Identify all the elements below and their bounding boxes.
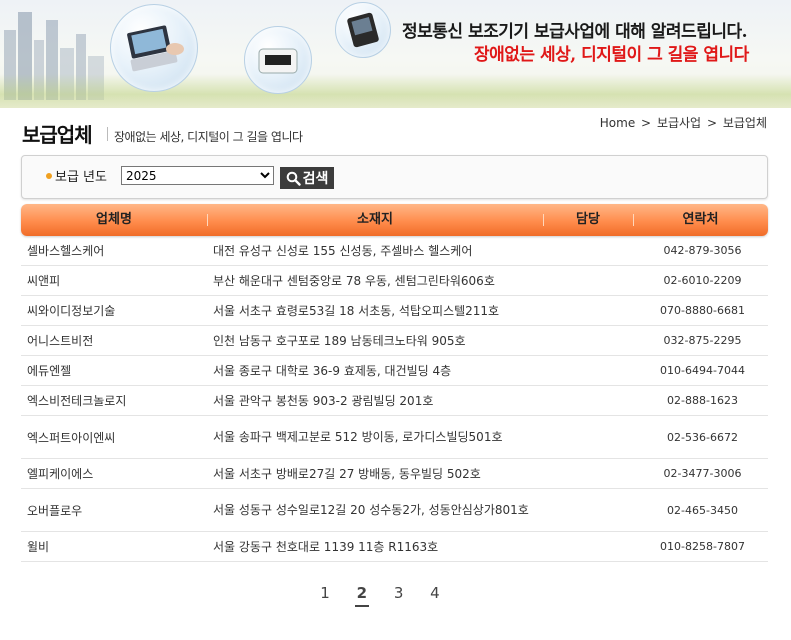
vendor-address: 서울 관악구 봉천동 903-2 광림빌딩 201호 xyxy=(213,393,434,408)
column-header-address: 소재지 xyxy=(357,212,393,227)
vendor-address: 서울 서초구 방배로27길 27 방배동, 동우빌딩 502호 xyxy=(213,466,481,481)
vendor-address: 부산 해운대구 센텀중앙로 78 우동, 센텀그린타워606호 xyxy=(213,273,495,288)
page-link-current[interactable]: 2 xyxy=(354,584,370,607)
search-button[interactable]: 검색 xyxy=(280,167,334,189)
breadcrumb-project-link[interactable]: 보급사업 xyxy=(657,116,701,130)
vendor-phone: 032-875-2295 xyxy=(663,334,742,347)
table-row: 엑스비전테크놀로지 서울 관악구 봉천동 903-2 광림빌딩 201호 02-… xyxy=(21,386,768,416)
banner-slogan: 장애없는 세상, 디지털이 그 길을 엽니다 xyxy=(474,45,749,65)
vendor-name: 오버플로우 xyxy=(27,503,83,518)
vendor-name: 엑스비전테크놀로지 xyxy=(27,394,127,408)
vendor-address: 서울 종로구 대학로 36-9 효제동, 대건빌딩 4층 xyxy=(213,363,452,378)
search-panel: 보급 년도 2025 검색 xyxy=(21,155,768,199)
year-select[interactable]: 2025 xyxy=(121,166,274,185)
table-row: 씨앤피 부산 해운대구 센텀중앙로 78 우동, 센텀그린타워606호 02-6… xyxy=(21,266,768,296)
table-row: 에듀엔젤 서울 종로구 대학로 36-9 효제동, 대건빌딩 4층 010-64… xyxy=(21,356,768,386)
column-header-name: 업체명 xyxy=(96,212,132,227)
vendor-name: 셀바스헬스케어 xyxy=(27,244,105,258)
vendor-name: 어니스트비전 xyxy=(27,334,94,348)
breadcrumb-arrow-icon: > xyxy=(706,116,717,130)
table-row: 씨와이디정보기술 서울 서초구 효령로53길 18 서초동, 석탑오피스텔211… xyxy=(21,296,768,326)
vendor-table-body: 셀바스헬스케어 대전 유성구 신성로 155 신성동, 주셀바스 헬스케어 04… xyxy=(21,236,768,562)
vendor-name: 윌비 xyxy=(27,540,50,554)
vendor-address: 인천 남동구 호구포로 189 남동테크노타워 905호 xyxy=(213,333,466,348)
vendor-name: 엑스퍼트아이엔씨 xyxy=(27,430,116,445)
vendor-phone: 010-8258-7807 xyxy=(660,540,745,553)
magnifier-icon xyxy=(286,171,301,186)
page-subtitle: 장애없는 세상, 디지털이 그 길을 엽니다 xyxy=(114,130,303,144)
vendor-phone: 02-465-3450 xyxy=(667,503,738,517)
laptop-bubble-image xyxy=(110,4,198,92)
vendor-address: 서울 서초구 효령로53길 18 서초동, 석탑오피스텔211호 xyxy=(213,303,500,318)
column-header-manager: 담당 xyxy=(576,212,600,227)
table-row: 윌비 서울 강동구 천호대로 1139 11층 R1163호 010-8258-… xyxy=(21,532,768,562)
page-link-3[interactable]: 3 xyxy=(392,584,406,605)
pagination: 1 2 3 4 xyxy=(0,584,760,607)
vendor-name: 에듀엔젤 xyxy=(27,364,72,378)
vendor-address: 서울 송파구 백제고분로 512 방이동, 로가디스빌딩501호 xyxy=(213,430,503,444)
page-link-1[interactable]: 1 xyxy=(318,584,332,605)
table-row: 엑스퍼트아이엔씨 서울 송파구 백제고분로 512 방이동, 로가디스빌딩501… xyxy=(21,416,768,459)
table-row: 오버플로우 서울 성동구 성수일로12길 20 성수동2가, 성동안심상가801… xyxy=(21,489,768,532)
vendor-address: 서울 강동구 천호대로 1139 11층 R1163호 xyxy=(213,539,439,554)
breadcrumb-home-link[interactable]: Home xyxy=(600,116,635,130)
page: 정보통신 보조기기 보급사업에 대해 알려드립니다. 장애없는 세상, 디지털이… xyxy=(0,0,791,640)
table-row: 어니스트비전 인천 남동구 호구포로 189 남동테크노타워 905호 032-… xyxy=(21,326,768,356)
vendor-address: 대전 유성구 신성로 155 신성동, 주셀바스 헬스케어 xyxy=(213,243,473,258)
title-divider xyxy=(107,127,108,141)
phone-bubble-image xyxy=(335,2,391,58)
vendor-phone: 070-8880-6681 xyxy=(660,304,745,317)
vendor-phone: 042-879-3056 xyxy=(663,244,742,257)
vendor-phone: 02-888-1623 xyxy=(667,394,738,407)
banner-headline: 정보통신 보조기기 보급사업에 대해 알려드립니다. xyxy=(402,22,748,42)
search-button-label: 검색 xyxy=(302,170,329,186)
vendor-name: 씨앤피 xyxy=(27,274,61,288)
vendor-address: 서울 성동구 성수일로12길 20 성수동2가, 성동안심상가801호 xyxy=(213,503,529,517)
breadcrumb-current: 보급업체 xyxy=(722,116,767,130)
vendor-phone: 010-6494-7044 xyxy=(660,364,745,377)
vendor-name: 씨와이디정보기술 xyxy=(27,304,116,318)
table-row: 엘피케이에스 서울 서초구 방배로27길 27 방배동, 동우빌딩 502호 0… xyxy=(21,459,768,489)
breadcrumb: Home > 보급사업 > 보급업체 xyxy=(599,114,768,131)
device-bubble-image xyxy=(244,26,312,94)
vendor-phone: 02-6010-2209 xyxy=(663,274,742,287)
bullet-icon xyxy=(46,173,52,179)
breadcrumb-arrow-icon: > xyxy=(641,116,652,130)
vendor-name: 엘피케이에스 xyxy=(27,467,94,481)
column-header-phone: 연락처 xyxy=(682,212,719,227)
page-link-4[interactable]: 4 xyxy=(428,584,442,605)
vendor-phone: 02-536-6672 xyxy=(667,430,738,444)
year-label: 보급 년도 xyxy=(55,170,107,185)
top-banner: 정보통신 보조기기 보급사업에 대해 알려드립니다. 장애없는 세상, 디지털이… xyxy=(0,0,791,108)
page-title: 보급업체 xyxy=(22,123,93,147)
table-header: 업체명 소재지 담당 연락처 xyxy=(21,204,768,236)
vendor-phone: 02-3477-3006 xyxy=(663,467,742,480)
table-row: 셀바스헬스케어 대전 유성구 신성로 155 신성동, 주셀바스 헬스케어 04… xyxy=(21,236,768,266)
